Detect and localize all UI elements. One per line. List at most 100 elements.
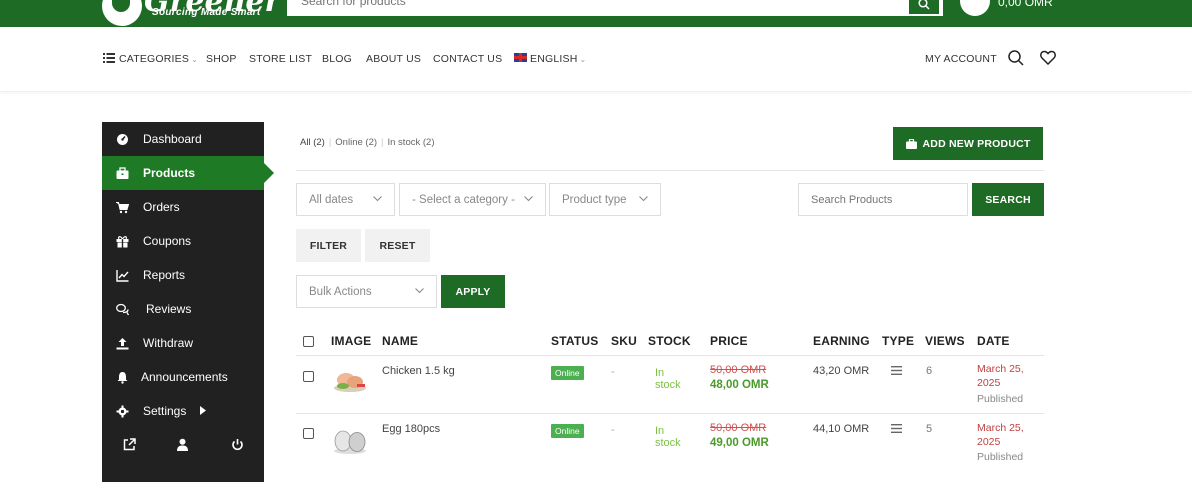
sidebar-item-settings[interactable]: Settings [102,394,264,428]
heart-icon[interactable] [1040,50,1056,65]
reset-button[interactable]: RESET [365,229,430,262]
select-all-checkbox[interactable] [303,336,314,347]
date-line-1: March 25, [977,422,1024,434]
column-header-date: DATE [977,334,1010,348]
nav-store-list[interactable]: STORE LIST [249,53,312,65]
views-count: 6 [926,365,933,377]
sidebar-item-reviews[interactable]: Reviews [102,292,264,326]
date-filter-value: All dates [309,194,354,206]
earning-value: 43,20 OMR [813,365,870,377]
cart-icon [116,202,129,214]
nav-categories-label: CATEGORIES [119,53,190,65]
upload-icon [116,338,129,350]
sidebar-item-label: Reviews [146,302,192,316]
row-checkbox[interactable] [303,371,314,382]
sidebar-item-products[interactable]: Products [102,156,274,190]
uk-flag-icon [514,53,527,62]
product-type-select[interactable]: Product type [549,183,661,216]
search-icon[interactable] [1008,50,1024,66]
product-name-link[interactable]: Chicken 1.5 kg [382,365,455,377]
table-row-divider [296,413,1044,414]
chevron-down-icon [524,196,533,202]
chevron-down-icon [373,196,382,202]
sidebar-item-label: Orders [143,200,180,214]
filter-in-stock[interactable]: In stock (2) [388,137,435,148]
filter-all-count: (2) [313,137,325,148]
chevron-down-icon: ⌄ [191,55,198,64]
date-value: March 25, 2025 [977,362,1024,390]
status-badge: Online [551,424,584,438]
sidebar-item-label: Coupons [143,234,192,248]
sidebar-item-reports[interactable]: Reports [102,258,264,292]
search-products-input[interactable] [798,183,968,216]
sidebar-item-label: Products [143,166,196,180]
bell-icon [117,372,128,384]
chart-icon [116,270,129,282]
add-new-product-button[interactable]: ADD NEW PRODUCT [893,127,1043,160]
nav-language[interactable]: ENGLISH ⌄ [514,53,586,65]
sku-value: - [611,366,615,378]
table-header-divider [296,355,1044,356]
date-value: March 25, 2025 [977,421,1024,449]
sidebar-item-label: Announcements [141,370,228,384]
nav-contact[interactable]: CONTACT US [433,53,502,65]
sidebar-item-withdraw[interactable]: Withdraw [102,326,264,360]
main-nav: CATEGORIES ⌄ SHOP STORE LIST BLOG ABOUT U… [0,27,1192,91]
status-badge: Online [551,366,584,380]
filter-online[interactable]: Online (2) [335,137,377,148]
product-thumbnail-egg[interactable] [331,425,369,455]
nav-divider [0,91,1192,92]
stock-status-line-2: stock [655,379,681,391]
date-filter-select[interactable]: All dates [296,183,395,216]
column-header-price: PRICE [710,334,748,348]
header-search-input[interactable] [301,0,861,12]
row-checkbox[interactable] [303,428,314,439]
cart-icon[interactable] [960,0,990,16]
briefcase-icon [116,167,129,179]
comments-icon [116,303,129,316]
search-button[interactable]: SEARCH [972,183,1044,216]
nav-blog[interactable]: BLOG [322,53,352,65]
dashboard-icon [117,134,128,145]
filter-all-label: All [300,137,311,148]
nav-about[interactable]: ABOUT US [366,53,421,65]
gear-icon [116,405,129,418]
product-type-value: Product type [562,194,627,206]
bulk-actions-select[interactable]: Bulk Actions [296,275,437,308]
product-name-link[interactable]: Egg 180pcs [382,423,440,435]
column-header-earning: EARNING [813,334,870,348]
apply-button[interactable]: APPLY [441,275,505,308]
product-thumbnail-chicken[interactable] [331,366,369,396]
filter-button[interactable]: FILTER [296,229,361,262]
sidebar-item-label: Settings [143,404,187,418]
chevron-down-icon [639,196,648,202]
sidebar-item-label: Reports [143,268,186,282]
sidebar-item-coupons[interactable]: Coupons [102,224,264,258]
header-search-button[interactable] [909,0,939,14]
sidebar-item-announcements[interactable]: Announcements [102,360,264,394]
nav-my-account[interactable]: MY ACCOUNT [925,53,997,65]
filter-all[interactable]: All (2) [300,137,325,148]
publish-state: Published [977,393,1024,405]
earning-value: 44,10 OMR [813,423,870,435]
stock-status-line-1: In [655,367,665,379]
category-filter-select[interactable]: - Select a category - [399,183,546,216]
logo-mark-icon [102,0,142,26]
status-filter-links: All (2) | Online (2) | In stock (2) [300,137,435,148]
logo-tagline: Sourcing Made Smart [152,7,261,18]
nav-shop[interactable]: SHOP [206,53,237,65]
power-icon[interactable] [231,438,244,451]
toolbar-divider [296,170,1044,171]
external-link-icon[interactable] [123,438,136,451]
simple-product-type-icon [891,366,902,375]
column-header-views: VIEWS [925,334,965,348]
sale-price: 48,00 OMR [710,379,769,391]
sidebar-item-orders[interactable]: Orders [102,190,264,224]
sale-price: 49,00 OMR [710,437,769,449]
filter-online-count: (2) [365,137,378,148]
sidebar-item-dashboard[interactable]: Dashboard [102,122,264,156]
regular-price: 50,00 OMR [710,422,767,434]
nav-categories[interactable]: CATEGORIES ⌄ [103,53,198,65]
gift-icon [116,236,129,248]
user-icon[interactable] [176,438,189,451]
